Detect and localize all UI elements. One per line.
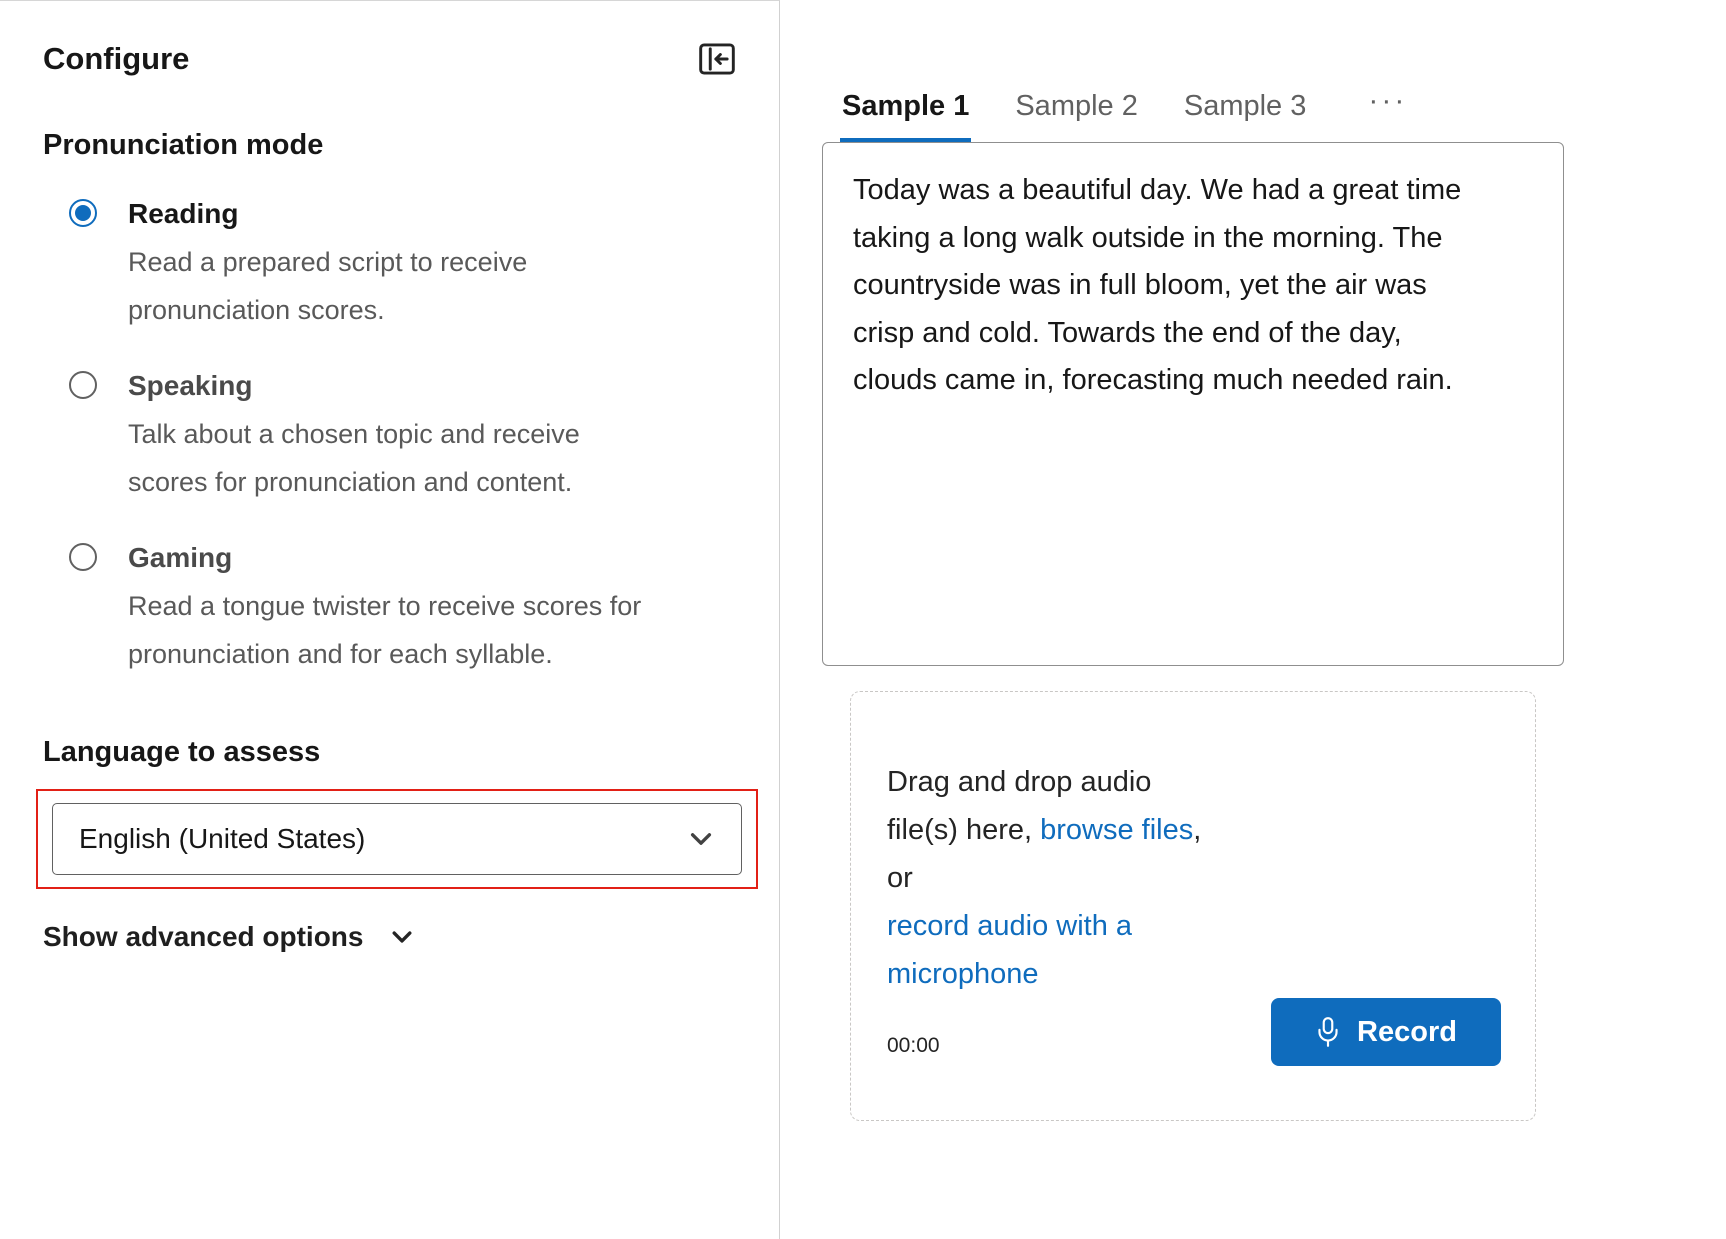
radio-speaking[interactable] — [69, 371, 97, 399]
configure-panel: Configure Pronunciation mode Reading Rea… — [0, 0, 780, 1239]
radio-description-gaming: Read a tongue twister to receive scores … — [128, 582, 673, 678]
tab-sample-3[interactable]: Sample 3 — [1182, 90, 1309, 142]
dropzone-text: , — [1193, 814, 1201, 846]
dropzone-text: file(s) here, — [887, 814, 1040, 846]
radio-option-speaking[interactable]: Speaking Talk about a chosen topic and r… — [69, 362, 779, 506]
dropzone-line: record audio with a microphone — [887, 902, 1267, 998]
dropzone-text: or — [887, 862, 913, 894]
language-to-assess-heading: Language to assess — [43, 736, 779, 769]
sample-script-text: Today was a beautiful day. We had a grea… — [853, 167, 1481, 405]
radio-option-text: Gaming Read a tongue twister to receive … — [128, 534, 673, 678]
dropzone-line: file(s) here, browse files, — [887, 806, 1267, 854]
collapse-panel-button[interactable] — [695, 39, 739, 79]
radio-description-speaking: Talk about a chosen topic and receive sc… — [128, 410, 648, 506]
tab-sample-2[interactable]: Sample 2 — [1013, 90, 1140, 142]
radio-label-reading: Reading — [128, 190, 628, 238]
language-dropdown[interactable]: English (United States) — [52, 803, 742, 875]
recording-timer: 00:00 — [887, 1034, 940, 1058]
show-advanced-options-toggle[interactable]: Show advanced options — [43, 921, 779, 953]
language-dropdown-value: English (United States) — [79, 823, 365, 855]
radio-reading[interactable] — [69, 199, 97, 227]
pronunciation-mode-heading: Pronunciation mode — [43, 129, 779, 162]
radio-label-gaming: Gaming — [128, 534, 673, 582]
microphone-icon — [1315, 1016, 1341, 1048]
chevron-down-icon — [389, 924, 415, 950]
chevron-down-icon — [687, 825, 715, 853]
audio-dropzone[interactable]: Drag and drop audio file(s) here, browse… — [850, 691, 1536, 1121]
sample-script-box[interactable]: Today was a beautiful day. We had a grea… — [822, 142, 1564, 666]
radio-gaming[interactable] — [69, 543, 97, 571]
dropzone-text: Drag and drop audio — [887, 766, 1151, 798]
configure-panel-header: Configure — [43, 39, 739, 79]
browse-files-link[interactable]: browse files — [1040, 814, 1193, 846]
radio-option-text: Reading Read a prepared script to receiv… — [128, 190, 628, 334]
record-button-label: Record — [1357, 1016, 1457, 1049]
language-dropdown-highlight: English (United States) — [36, 789, 758, 889]
radio-description-reading: Read a prepared script to receive pronun… — [128, 238, 628, 334]
show-advanced-options-label: Show advanced options — [43, 921, 363, 953]
more-tabs-button[interactable]: ··· — [1364, 84, 1411, 142]
record-button[interactable]: Record — [1271, 998, 1501, 1066]
record-audio-link[interactable]: record audio with a microphone — [887, 902, 1207, 998]
radio-label-speaking: Speaking — [128, 362, 648, 410]
sample-tabs: Sample 1 Sample 2 Sample 3 ··· — [840, 84, 1726, 142]
tab-sample-1[interactable]: Sample 1 — [840, 90, 971, 142]
sample-panel: Sample 1 Sample 2 Sample 3 ··· Today was… — [781, 0, 1726, 1239]
dropzone-instructions: Drag and drop audio file(s) here, browse… — [887, 758, 1267, 998]
radio-option-reading[interactable]: Reading Read a prepared script to receiv… — [69, 190, 779, 334]
page-title: Configure — [43, 41, 189, 77]
radio-option-gaming[interactable]: Gaming Read a tongue twister to receive … — [69, 534, 779, 678]
dropzone-line: Drag and drop audio — [887, 758, 1267, 806]
dropzone-line: or — [887, 854, 1267, 902]
radio-option-text: Speaking Talk about a chosen topic and r… — [128, 362, 648, 506]
panel-collapse-icon — [699, 43, 735, 75]
